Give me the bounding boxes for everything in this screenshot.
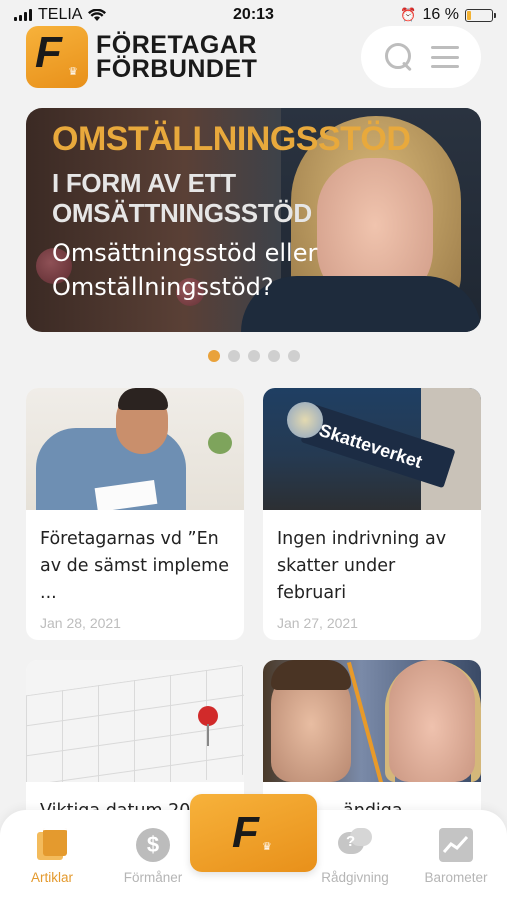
tab-artiklar[interactable]: Artiklar [2,828,102,885]
carrier-group: TELIA [14,6,107,24]
featured-article-card[interactable]: OMSTÄLLNINGSSTÖD I FORM AV ETT OMSÄTTNIN… [26,108,481,332]
carousel-dot[interactable] [267,350,280,362]
dollar-coin-icon: $ [136,828,170,862]
tab-label: Förmåner [123,870,183,885]
battery-icon [465,8,496,22]
tab-barometer[interactable]: Barometer [406,828,506,885]
article-card[interactable]: Företagarnas vd ”En av de sämst impleme … [26,388,244,640]
hero-subline-2: OMSÄTTNINGSSTÖD [52,198,312,228]
articles-icon [35,828,69,862]
logo-letter: F [232,808,259,857]
cellular-signal-icon [14,9,32,21]
hero-subline: I FORM AV ETT OMSÄTTNINGSSTÖD [52,168,312,228]
logo-wordmark: FÖRETAGAR FÖRBUNDET [96,31,258,83]
alarm-icon: ⏰ [400,7,417,22]
carousel-dot[interactable] [287,350,300,362]
tab-formaner[interactable]: $ Förmåner [103,828,203,885]
app-logo[interactable]: F ♛ FÖRETAGAR FÖRBUNDET [26,26,257,88]
hero-title: Omsättningsstöd eller Omställningsstöd? [52,239,318,301]
app-header: F ♛ FÖRETAGAR FÖRBUNDET [26,24,481,90]
header-actions [361,26,481,88]
carousel-dot[interactable] [227,350,240,362]
article-title: Ingen indrivning av skatter under februa… [277,529,447,603]
chat-question-icon [338,828,372,862]
carrier-label: TELIA [38,6,83,23]
chart-icon [439,828,473,862]
crown-icon: ♛ [262,841,272,853]
article-thumbnail [26,660,244,782]
hero-subline-1: I FORM AV ETT [52,168,236,198]
tab-label: Rådgivning [321,870,389,885]
article-title: Företagarnas vd ”En av de sämst impleme … [40,529,229,603]
logo-line-1: FÖRETAGAR [96,31,257,59]
article-date: Jan 28, 2021 [40,615,121,631]
logo-badge: F ♛ [26,26,88,88]
article-date: Jan 27, 2021 [277,615,358,631]
center-home-button[interactable]: F ♛ [190,794,317,872]
tab-label: Artiklar [30,870,73,885]
article-card[interactable]: Skatteverket Ingen indrivning av skatter… [263,388,481,640]
wifi-icon [88,8,107,21]
battery-percent: 16 % [422,6,459,23]
carousel-dot[interactable] [207,350,220,362]
logo-letter: F [35,28,62,77]
article-thumbnail [26,388,244,510]
article-thumbnail [263,660,481,782]
hero-kicker: OMSTÄLLNINGSSTÖD [52,120,411,158]
crown-icon: ♛ [68,66,78,78]
article-thumbnail: Skatteverket [263,388,481,510]
tab-radgivning[interactable]: Rådgivning [305,828,405,885]
tab-label: Barometer [424,870,488,885]
hamburger-menu-icon[interactable] [431,46,459,68]
pushpin-icon [198,706,218,746]
battery-group: ⏰ 16 % [400,6,496,24]
search-icon[interactable] [383,41,415,73]
carousel-dot[interactable] [247,350,260,362]
carousel-pagination [0,350,507,362]
logo-line-2: FÖRBUNDET [96,55,258,83]
